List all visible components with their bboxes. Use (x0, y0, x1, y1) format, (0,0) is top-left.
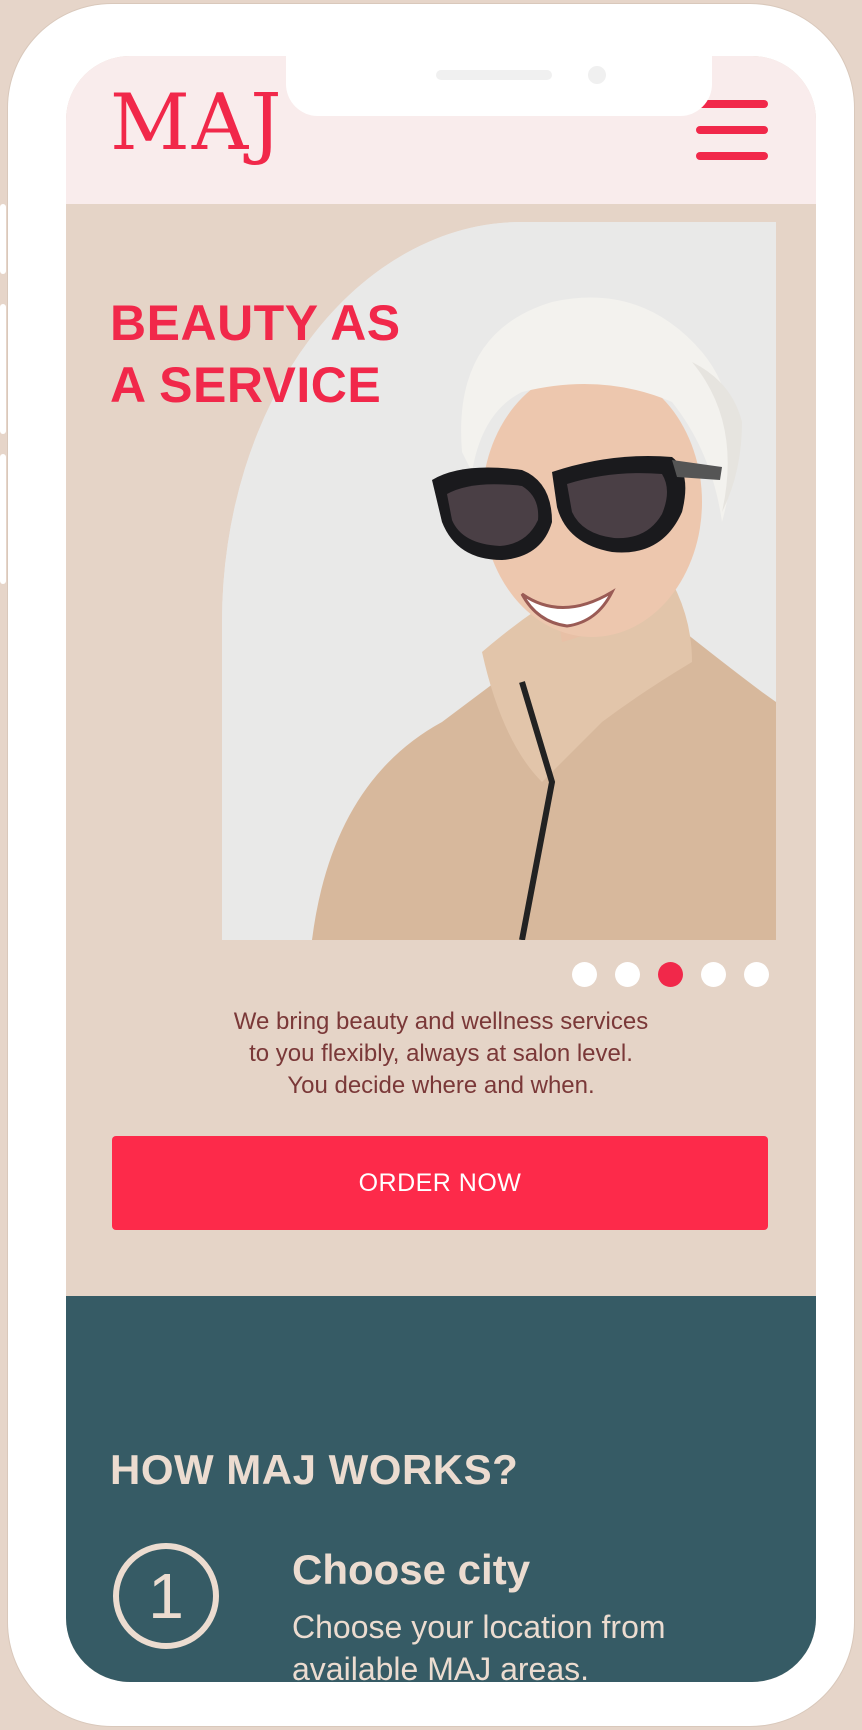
hero-tagline: We bring beauty and wellness services to… (106, 1006, 776, 1102)
hero-title: BEAUTY AS A SERVICE (110, 292, 401, 416)
step-number-icon: 1 (113, 1543, 219, 1649)
carousel-dot[interactable] (572, 962, 597, 987)
brand-logo[interactable]: MAJ (110, 84, 283, 162)
step-description: Choose your location from available MAJ … (292, 1606, 762, 1682)
screen: MAJ BEAUTY AS A SERVICE We bring beauty … (66, 56, 816, 1682)
phone-frame: MAJ BEAUTY AS A SERVICE We bring beauty … (0, 4, 854, 1726)
svg-text:1: 1 (148, 1560, 184, 1632)
order-now-button[interactable]: ORDER NOW (112, 1136, 768, 1230)
hero-title-line: BEAUTY AS (110, 295, 401, 351)
phone-button (0, 454, 6, 584)
carousel-dot-active[interactable] (658, 962, 683, 987)
speaker (436, 70, 552, 80)
carousel-dot[interactable] (744, 962, 769, 987)
tagline-line: You decide where and when. (287, 1072, 595, 1099)
hero-title-line: A SERVICE (110, 357, 382, 413)
phone-button (0, 304, 6, 434)
phone-notch (286, 56, 712, 116)
camera (588, 66, 606, 84)
step-title: Choose city (292, 1546, 531, 1593)
how-it-works-section: HOW MAJ WORKS? 1 Choose city Choose your… (66, 1296, 816, 1682)
section-title: HOW MAJ WORKS? (110, 1446, 519, 1493)
carousel-dot[interactable] (701, 962, 726, 987)
tagline-line: to you flexibly, always at salon level. (249, 1040, 633, 1067)
phone-button (0, 204, 6, 274)
step-description-line: Choose your location from (292, 1609, 666, 1645)
hamburger-menu-icon[interactable] (696, 100, 768, 160)
carousel-dot[interactable] (615, 962, 640, 987)
tagline-line: We bring beauty and wellness services (233, 1008, 649, 1035)
step-description-line: available MAJ areas. (292, 1651, 590, 1682)
